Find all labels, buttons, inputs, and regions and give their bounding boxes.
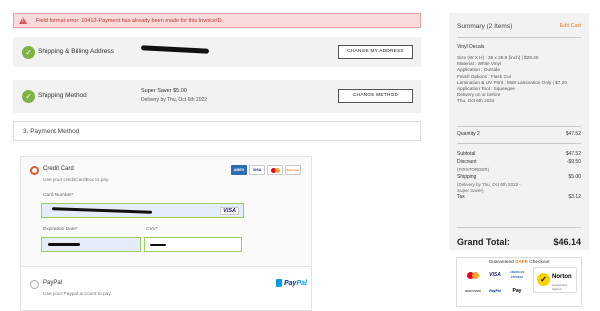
norton-seal: ✓ Norton powered by digicert [533, 267, 577, 293]
item-name: Vinyl Decals [457, 44, 485, 50]
payment-method-header: 3. Payment Method [13, 121, 421, 141]
redacted-cvv [150, 244, 166, 246]
visa-badge: VISA [489, 272, 501, 278]
secure-checkout-title: Guaranteed SAFE Checkout [488, 260, 550, 265]
billing-address-step: ✓ Shipping & Billing Address CHANGE MY A… [13, 37, 421, 67]
error-banner: Field format error: 10412-Payment has al… [13, 13, 421, 28]
norton-label: Norton [552, 274, 572, 280]
warning-icon [19, 17, 27, 24]
totals: Subtotal $47.52 Discount -$9.50 (FIRSTORDE… [457, 151, 581, 202]
card-number-field[interactable]: VISA [41, 203, 244, 218]
order-summary: Summary (2 Items) Edit Cart Vinyl Decals… [449, 13, 589, 250]
error-message: Field format error: 10412-Payment has al… [36, 17, 224, 24]
grand-total-label: Grand Total: [457, 237, 510, 247]
visa-icon: VISA [220, 207, 239, 215]
cvv-label: CVV* [146, 227, 158, 232]
change-method-button[interactable]: CHANGE METHOD [338, 89, 413, 103]
card-number-label: Card Number* [43, 193, 74, 198]
secure-checkout-badge: Guaranteed SAFE Checkout VISA AMERICAN E… [456, 257, 582, 307]
change-address-button[interactable]: CHANGE MY ADDRESS [338, 45, 413, 59]
discount-row: Discount -$9.50 [457, 159, 581, 165]
norton-check-icon: ✓ [537, 273, 550, 286]
edit-cart-link[interactable]: Edit Cart [560, 23, 581, 29]
shipping-info: Super Saver $5.00 Delivery by Thu, Oct 6… [141, 87, 207, 105]
credit-card-radio[interactable] [30, 166, 39, 175]
tax-row: Tax $3.12 [457, 194, 581, 200]
paypal-icon [276, 279, 282, 287]
redacted-card-number [51, 207, 153, 214]
paypal-label: PayPal [43, 280, 63, 286]
shipping-row: Shipping $5.00 [457, 174, 581, 180]
expiration-label: Expiration Date* [43, 227, 78, 232]
redacted-address [140, 45, 210, 54]
discover-badge: DISCOVER [465, 289, 481, 293]
paypal-badge: PayPal [489, 289, 501, 293]
quantity-row: Quantity 2 $47.52 [457, 131, 581, 137]
redacted-expiration [48, 243, 80, 246]
shipping-step-title: Shipping Method [38, 92, 87, 99]
shipping-delivery-date: Delivery by Thu, Oct 6th 2022 [141, 97, 208, 103]
quantity-price: $47.52 [565, 131, 581, 137]
cvv-field[interactable] [144, 237, 242, 252]
quantity-label: Quantity 2 [457, 131, 480, 137]
subtotal-row: Subtotal $47.52 [457, 151, 581, 157]
billing-step-title: Shipping & Billing Address [38, 48, 114, 55]
mastercard-logo [267, 165, 283, 175]
paypal-radio[interactable] [30, 280, 39, 289]
credit-card-option[interactable]: Credit Card Use your creditCardBox to pa… [21, 157, 311, 267]
shipping-note: (Delivery by Thu, Oct 6th 2022 - Super S… [457, 182, 521, 193]
credit-card-description: Use your creditCardBox to pay. [43, 178, 110, 183]
card-logos: AMEX VISA Discover [231, 165, 301, 175]
summary-title: Summary (2 Items) [457, 23, 513, 30]
apple-pay-badge: Pay [512, 288, 522, 294]
amex-badge: AMERICAN EXPRESS [510, 271, 524, 279]
check-icon: ✓ [22, 90, 35, 103]
expiration-field[interactable] [41, 237, 141, 252]
grand-total-value: $46.14 [553, 237, 581, 247]
paypal-description: Use your Paypal account to pay. [43, 292, 112, 297]
visa-logo: VISA [249, 165, 265, 175]
payment-badges: VISA AMERICAN EXPRESS DISCOVER PayPal Pa… [463, 269, 529, 298]
discover-logo: Discover [285, 165, 301, 175]
mastercard-badge [463, 269, 483, 282]
item-details: Size (W X H) : 36 x 28.8 (inch) | $25.20… [457, 55, 567, 104]
grand-total: Grand Total: $46.14 [457, 237, 581, 247]
check-icon: ✓ [22, 46, 35, 59]
shipping-method-value: Super Saver $5.00 [141, 88, 187, 94]
payment-step-title: 3. Payment Method [23, 128, 80, 135]
shipping-method-step: ✓ Shipping Method Super Saver $5.00 Deli… [13, 80, 421, 113]
credit-card-label: Credit Card [43, 166, 74, 172]
amex-logo: AMEX [231, 165, 247, 175]
norton-powered-by: powered by digicert [552, 283, 568, 291]
discount-code: (FIRSTORDER) [457, 167, 490, 172]
payment-options: Credit Card Use your creditCardBox to pa… [20, 156, 312, 311]
paypal-logo: PayPal [276, 279, 307, 287]
